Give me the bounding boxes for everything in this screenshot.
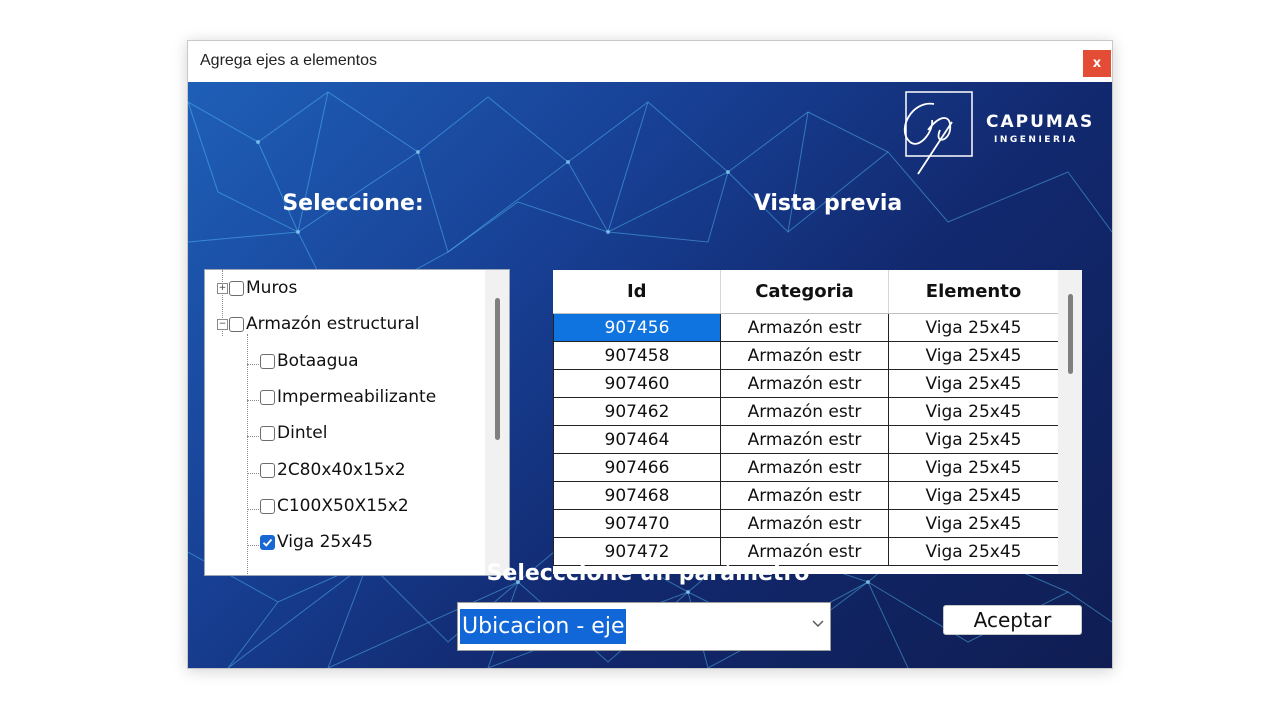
grid-scrollbar[interactable]	[1058, 270, 1082, 574]
cell-id[interactable]: 907468	[553, 481, 721, 510]
table-row[interactable]: 907464 Armazón estr Viga 25x45	[553, 425, 1059, 454]
tree-scrollbar[interactable]	[485, 270, 509, 575]
cell-categoria[interactable]: Armazón estr	[720, 369, 889, 398]
cell-elemento[interactable]: Viga 25x45	[888, 369, 1059, 398]
tree-item-2c80[interactable]: 2C80x40x15x2	[260, 456, 406, 484]
table-row[interactable]: 907460 Armazón estr Viga 25x45	[553, 369, 1059, 398]
cell-categoria[interactable]: Armazón estr	[720, 481, 889, 510]
checkbox[interactable]	[260, 462, 275, 478]
checkbox[interactable]	[229, 316, 244, 332]
logo-subtitle: INGENIERIA	[994, 135, 1078, 145]
tree-item-botaagua[interactable]: Botaagua	[260, 347, 359, 375]
column-header-categoria[interactable]: Categoria	[720, 270, 889, 314]
cell-id[interactable]: 907460	[553, 369, 721, 398]
tree-item-label: Impermeabilizante	[277, 387, 437, 407]
cell-categoria[interactable]: Armazón estr	[720, 453, 889, 482]
tree-item-label: 2C80x40x15x2	[277, 460, 406, 480]
table-row[interactable]: 907468 Armazón estr Viga 25x45	[553, 481, 1059, 510]
preview-table: Id Categoria Elemento 907456 Armazón est…	[553, 270, 1059, 566]
accept-button[interactable]: Aceptar	[943, 605, 1082, 635]
preview-heading: Vista previa	[753, 191, 903, 216]
cell-categoria[interactable]: Armazón estr	[720, 425, 889, 454]
cell-id[interactable]: 907462	[553, 397, 721, 426]
scroll-thumb[interactable]	[1068, 294, 1073, 374]
tree-item-c100[interactable]: C100X50X15x2	[260, 492, 409, 520]
dialog-window: Agrega ejes a elementos x CAPUMAS INGENI…	[187, 40, 1113, 669]
cell-elemento[interactable]: Viga 25x45	[888, 453, 1059, 482]
table-row[interactable]: 907458 Armazón estr Viga 25x45	[553, 341, 1059, 370]
tree-item-label: Dintel	[277, 423, 328, 443]
column-header-id[interactable]: Id	[553, 270, 721, 314]
logo-name: CAPUMAS	[986, 112, 1095, 132]
preview-grid[interactable]: Id Categoria Elemento 907456 Armazón est…	[553, 270, 1082, 574]
expand-icon[interactable]: +	[217, 282, 228, 294]
cell-elemento[interactable]: Viga 25x45	[888, 537, 1059, 566]
tree-item-label: Botaagua	[277, 351, 359, 371]
checkbox[interactable]	[260, 353, 275, 369]
table-row[interactable]: 907462 Armazón estr Viga 25x45	[553, 397, 1059, 426]
checkbox[interactable]	[260, 425, 275, 441]
checkbox[interactable]	[229, 280, 244, 296]
cell-elemento[interactable]: Viga 25x45	[888, 341, 1059, 370]
tree-item-label: Muros	[246, 278, 298, 298]
cell-categoria[interactable]: Armazón estr	[720, 397, 889, 426]
logo-mark-icon	[903, 91, 973, 175]
company-logo: CAPUMAS INGENIERIA	[894, 90, 1104, 180]
tree-item-label: Armazón estructural	[246, 314, 420, 334]
tree-item-impermeabilizante[interactable]: Impermeabilizante	[260, 383, 436, 411]
close-button[interactable]: x	[1083, 50, 1111, 77]
window-title: Agrega ejes a elementos	[200, 52, 377, 69]
tree-line	[247, 334, 248, 574]
tree-item-armazon[interactable]: − Armazón estructural	[217, 310, 419, 338]
tree-item-viga[interactable]: Viga 25x45	[260, 528, 373, 556]
table-row[interactable]: 907456 Armazón estr Viga 25x45	[553, 313, 1059, 342]
cell-elemento[interactable]: Viga 25x45	[888, 425, 1059, 454]
select-heading: Seleccione:	[282, 191, 424, 216]
cell-elemento[interactable]: Viga 25x45	[888, 481, 1059, 510]
table-header-row: Id Categoria Elemento	[553, 270, 1059, 314]
cell-elemento[interactable]: Viga 25x45	[888, 509, 1059, 538]
dialog-body: CAPUMAS INGENIERIA Seleccione: Vista pre…	[188, 82, 1112, 668]
cell-elemento[interactable]: Viga 25x45	[888, 397, 1059, 426]
tree-item-muros[interactable]: + Muros	[217, 274, 297, 302]
cell-id[interactable]: 907464	[553, 425, 721, 454]
cell-elemento[interactable]: Viga 25x45	[888, 313, 1059, 342]
cell-id[interactable]: 907470	[553, 509, 721, 538]
checkbox-checked[interactable]	[260, 534, 275, 550]
chevron-down-icon[interactable]	[812, 616, 824, 632]
tree-item-label: Viga 25x45	[277, 532, 373, 552]
parameter-heading: Selecccione un parámetro	[486, 561, 810, 586]
checkbox[interactable]	[260, 389, 275, 405]
check-icon	[262, 538, 273, 547]
title-bar: Agrega ejes a elementos x	[188, 41, 1112, 82]
tree-item-dintel[interactable]: Dintel	[260, 419, 327, 447]
tree-item-label: C100X50X15x2	[277, 496, 409, 516]
checkbox[interactable]	[260, 498, 275, 514]
cell-categoria[interactable]: Armazón estr	[720, 341, 889, 370]
table-row[interactable]: 907470 Armazón estr Viga 25x45	[553, 509, 1059, 538]
cell-categoria[interactable]: Armazón estr	[720, 313, 889, 342]
scroll-thumb[interactable]	[495, 298, 500, 440]
parameter-selected-value[interactable]: Ubicacion - eje	[460, 609, 627, 644]
cell-categoria[interactable]: Armazón estr	[720, 509, 889, 538]
column-header-elemento[interactable]: Elemento	[888, 270, 1059, 314]
category-tree[interactable]: + Muros − Armazón estructural Botaagua I…	[204, 269, 510, 576]
cell-id[interactable]: 907466	[553, 453, 721, 482]
table-row[interactable]: 907466 Armazón estr Viga 25x45	[553, 453, 1059, 482]
collapse-icon[interactable]: −	[217, 318, 228, 330]
cell-id-selected[interactable]: 907456	[553, 313, 721, 342]
cell-id[interactable]: 907458	[553, 341, 721, 370]
parameter-select[interactable]: Ubicacion - eje	[457, 602, 831, 651]
